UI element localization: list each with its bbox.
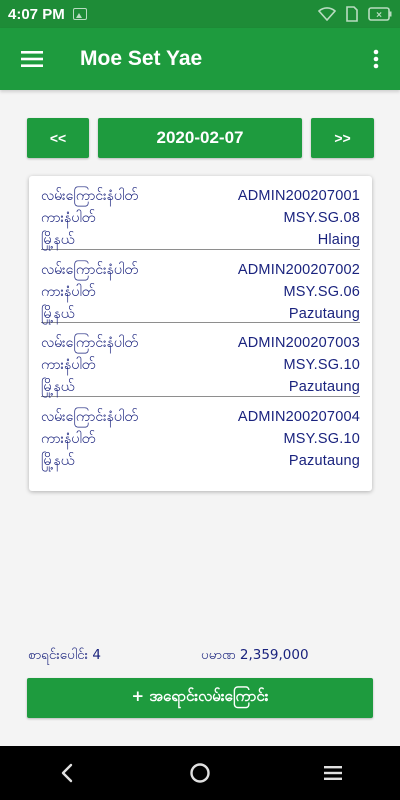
- more-options-button[interactable]: [352, 28, 400, 90]
- date-picker-button[interactable]: 2020-02-07: [98, 118, 302, 158]
- township-label: မြို့နယ်: [41, 305, 75, 322]
- list-item[interactable]: လမ်းကြောင်းနံပါတ် ADMIN200207004 ကားနံပါ…: [41, 397, 360, 471]
- total-count: စာရင်းပေါင်း 4: [28, 647, 101, 663]
- township-label: မြို့နယ်: [41, 379, 75, 395]
- status-bar: 4:07 PM ×: [0, 0, 400, 28]
- car-number: MSY.SG.10: [283, 430, 360, 447]
- car-label: ကားနံပါတ်: [41, 283, 96, 300]
- summary-bar: စာရင်းပေါင်း 4 ပမာဏ 2,359,000: [28, 646, 372, 666]
- home-icon: [190, 763, 210, 783]
- township-value: Hlaing: [317, 232, 360, 248]
- add-sales-route-button[interactable]: + အရောင်းလမ်းကြောင်း: [27, 678, 373, 718]
- township-value: Pazutaung: [288, 379, 360, 395]
- township-value: Pazutaung: [288, 452, 360, 469]
- route-label: လမ်းကြောင်းနံပါတ်: [41, 261, 138, 278]
- hamburger-menu-icon: [21, 51, 43, 67]
- list-item[interactable]: လမ်းကြောင်းနံပါတ် ADMIN200207001 ကားနံပါ…: [41, 176, 360, 250]
- car-number: MSY.SG.08: [283, 210, 360, 226]
- route-number: ADMIN200207002: [237, 261, 360, 278]
- wifi-icon: [318, 7, 336, 21]
- total-amount: ပမာဏ 2,359,000: [201, 647, 309, 663]
- route-label: လမ်းကြောင်းနံပါတ်: [41, 335, 138, 351]
- car-label: ကားနံပါတ်: [41, 430, 96, 447]
- app-bar: Moe Set Yae: [0, 28, 400, 90]
- back-button[interactable]: [37, 746, 97, 800]
- battery-icon: ×: [368, 7, 392, 21]
- status-icons: ×: [318, 6, 392, 22]
- svg-text:×: ×: [376, 10, 382, 21]
- route-number: ADMIN200207001: [237, 188, 360, 204]
- route-number: ADMIN200207003: [237, 335, 360, 351]
- back-icon: [61, 763, 72, 783]
- car-number: MSY.SG.10: [283, 357, 360, 373]
- recents-button[interactable]: [303, 746, 363, 800]
- more-vertical-icon: [373, 49, 379, 69]
- app-title: Moe Set Yae: [80, 47, 203, 70]
- image-icon: [72, 8, 87, 20]
- next-date-button[interactable]: >>: [311, 118, 374, 158]
- route-label: လမ်းကြောင်းနံပါတ်: [41, 188, 138, 204]
- township-label: မြို့နယ်: [41, 232, 75, 248]
- sim-icon: [346, 6, 358, 22]
- route-label: လမ်းကြောင်းနံပါတ်: [41, 408, 138, 425]
- route-list: လမ်းကြောင်းနံပါတ် ADMIN200207001 ကားနံပါ…: [29, 176, 372, 491]
- route-number: ADMIN200207004: [237, 408, 360, 425]
- system-navigation-bar: [0, 746, 400, 800]
- township-value: Pazutaung: [288, 305, 360, 322]
- car-label: ကားနံပါတ်: [41, 210, 96, 226]
- home-button[interactable]: [170, 746, 230, 800]
- recents-icon: [324, 766, 343, 780]
- menu-button[interactable]: [0, 28, 64, 90]
- previous-date-button[interactable]: <<: [27, 118, 89, 158]
- list-item[interactable]: လမ်းကြောင်းနံပါတ် ADMIN200207002 ကားနံပါ…: [41, 250, 360, 323]
- car-label: ကားနံပါတ်: [41, 357, 96, 373]
- list-item[interactable]: လမ်းကြောင်းနံပါတ် ADMIN200207003 ကားနံပါ…: [41, 323, 360, 397]
- date-navigator: << 2020-02-07 >>: [27, 118, 374, 158]
- status-time: 4:07 PM: [8, 5, 65, 23]
- township-label: မြို့နယ်: [41, 452, 75, 469]
- car-number: MSY.SG.06: [283, 283, 360, 300]
